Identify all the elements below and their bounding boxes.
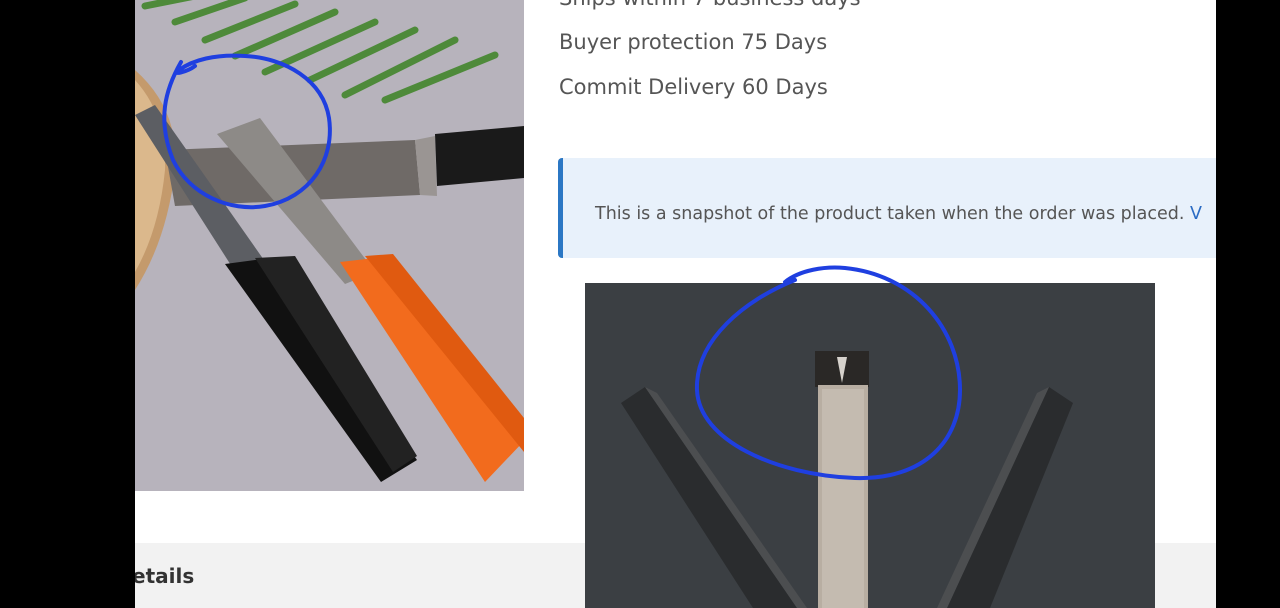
product-page: Ships within 7 business days Buyer prote…	[135, 0, 1216, 608]
snapshot-notice: This is a snapshot of the product taken …	[558, 158, 1216, 258]
ships-within-text: Ships within 7 business days	[559, 0, 861, 10]
commit-delivery-text: Commit Delivery 60 Days	[559, 75, 828, 99]
snapshot-notice-message: This is a snapshot of the product taken …	[595, 204, 1190, 224]
buyer-protection-text: Buyer protection 75 Days	[559, 30, 828, 54]
product-snapshot-photo	[585, 283, 1155, 608]
product-photo-left	[135, 0, 524, 491]
snapshot-notice-text: This is a snapshot of the product taken …	[595, 204, 1202, 224]
view-link[interactable]: V	[1190, 204, 1202, 224]
knife-handle	[435, 126, 524, 186]
details-section-title[interactable]: etails	[135, 564, 194, 588]
